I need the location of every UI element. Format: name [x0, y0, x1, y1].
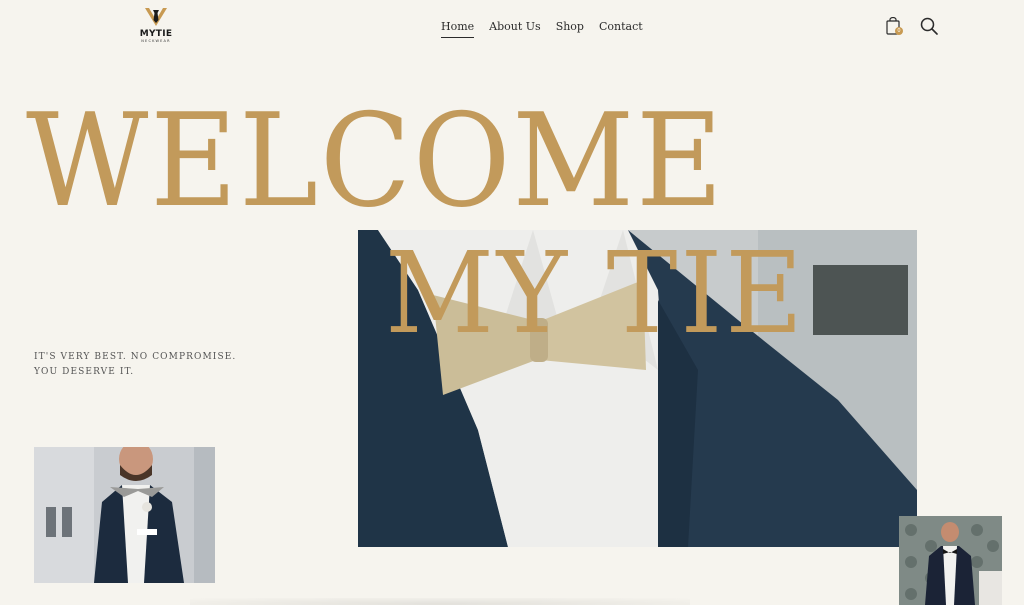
model-photo-left — [34, 447, 215, 583]
cart-count-badge: 0 — [895, 27, 903, 35]
hero-overlay-text: MY TIE — [385, 229, 806, 359]
brand-name: MYTIE — [139, 29, 173, 39]
nav-home[interactable]: Home — [441, 20, 475, 38]
bottom-shadow — [190, 598, 690, 605]
nav-shop[interactable]: Shop — [556, 20, 584, 38]
tie-logo-icon — [145, 8, 167, 26]
model-photo-right — [899, 516, 1002, 605]
nav-about-us[interactable]: About Us — [489, 20, 541, 38]
nav-contact[interactable]: Contact — [599, 20, 643, 38]
hero-headline: WELCOME — [26, 87, 725, 236]
hero-tagline: IT'S VERY BEST. NO COMPROMISE. YOU DESER… — [34, 350, 236, 380]
cart-button[interactable]: 0 — [886, 16, 904, 37]
tagline-line-1: IT'S VERY BEST. NO COMPROMISE. — [34, 352, 237, 362]
tagline-line-2: YOU DESERVE IT. — [34, 367, 135, 377]
search-button[interactable] — [920, 17, 938, 35]
brand-logo[interactable]: MYTIE NECKWEAR — [136, 6, 176, 48]
brand-subtitle: NECKWEAR — [141, 39, 171, 43]
search-icon — [920, 17, 938, 35]
main-nav: Home About Us Shop Contact — [441, 20, 643, 38]
